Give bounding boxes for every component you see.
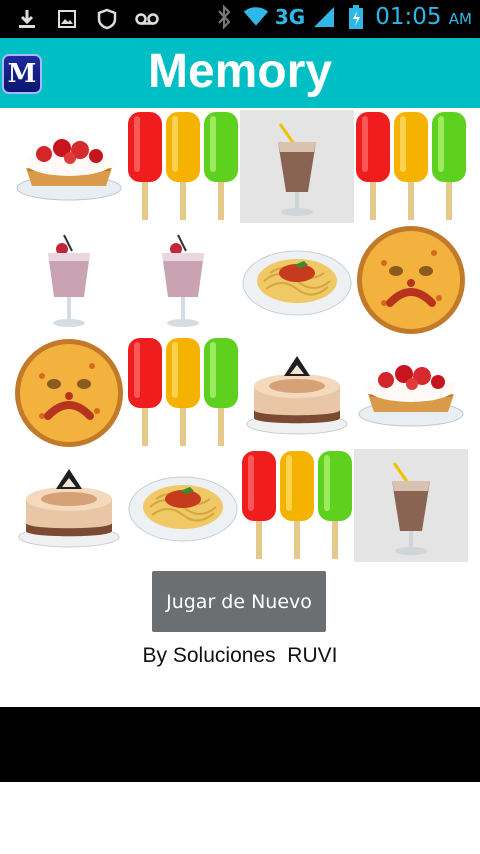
memory-card-spaghetti[interactable]	[126, 449, 240, 562]
memory-card-tart[interactable]	[12, 110, 126, 223]
memory-card-spaghetti[interactable]	[240, 223, 354, 336]
memory-card-popsicles[interactable]	[126, 110, 240, 223]
app-title: Memory	[147, 45, 333, 98]
memory-card-pizza[interactable]	[12, 336, 126, 449]
download-icon	[14, 6, 40, 32]
battery-icon	[343, 4, 369, 30]
memory-card-cake[interactable]	[12, 449, 126, 562]
shield-icon	[94, 6, 120, 32]
memory-card-tart[interactable]	[354, 336, 468, 449]
memory-card-milkshake[interactable]	[354, 449, 468, 562]
memory-card-popsicles[interactable]	[240, 449, 354, 562]
wifi-icon	[243, 4, 269, 30]
action-bar: M Memory	[0, 38, 480, 108]
network-type-label: 3G	[274, 5, 306, 29]
status-bar: 3G 01:05 AM	[0, 0, 480, 38]
memory-card-milkshake[interactable]	[240, 110, 354, 223]
bluetooth-icon	[211, 4, 237, 30]
memory-board	[12, 110, 468, 565]
image-icon	[54, 6, 80, 32]
memory-card-smoothie[interactable]	[126, 223, 240, 336]
memory-card-popsicles[interactable]	[126, 336, 240, 449]
memory-card-smoothie[interactable]	[12, 223, 126, 336]
navigation-bar	[0, 707, 480, 782]
signal-icon	[311, 4, 337, 30]
memory-card-cake[interactable]	[240, 336, 354, 449]
play-again-button[interactable]: Jugar de Nuevo	[152, 571, 326, 632]
memory-card-pizza[interactable]	[354, 223, 468, 336]
memory-card-popsicles[interactable]	[354, 110, 468, 223]
voicemail-icon	[134, 6, 160, 32]
credit-text: By Soluciones RUVI	[142, 644, 338, 667]
clock: 01:05 AM	[375, 4, 472, 30]
